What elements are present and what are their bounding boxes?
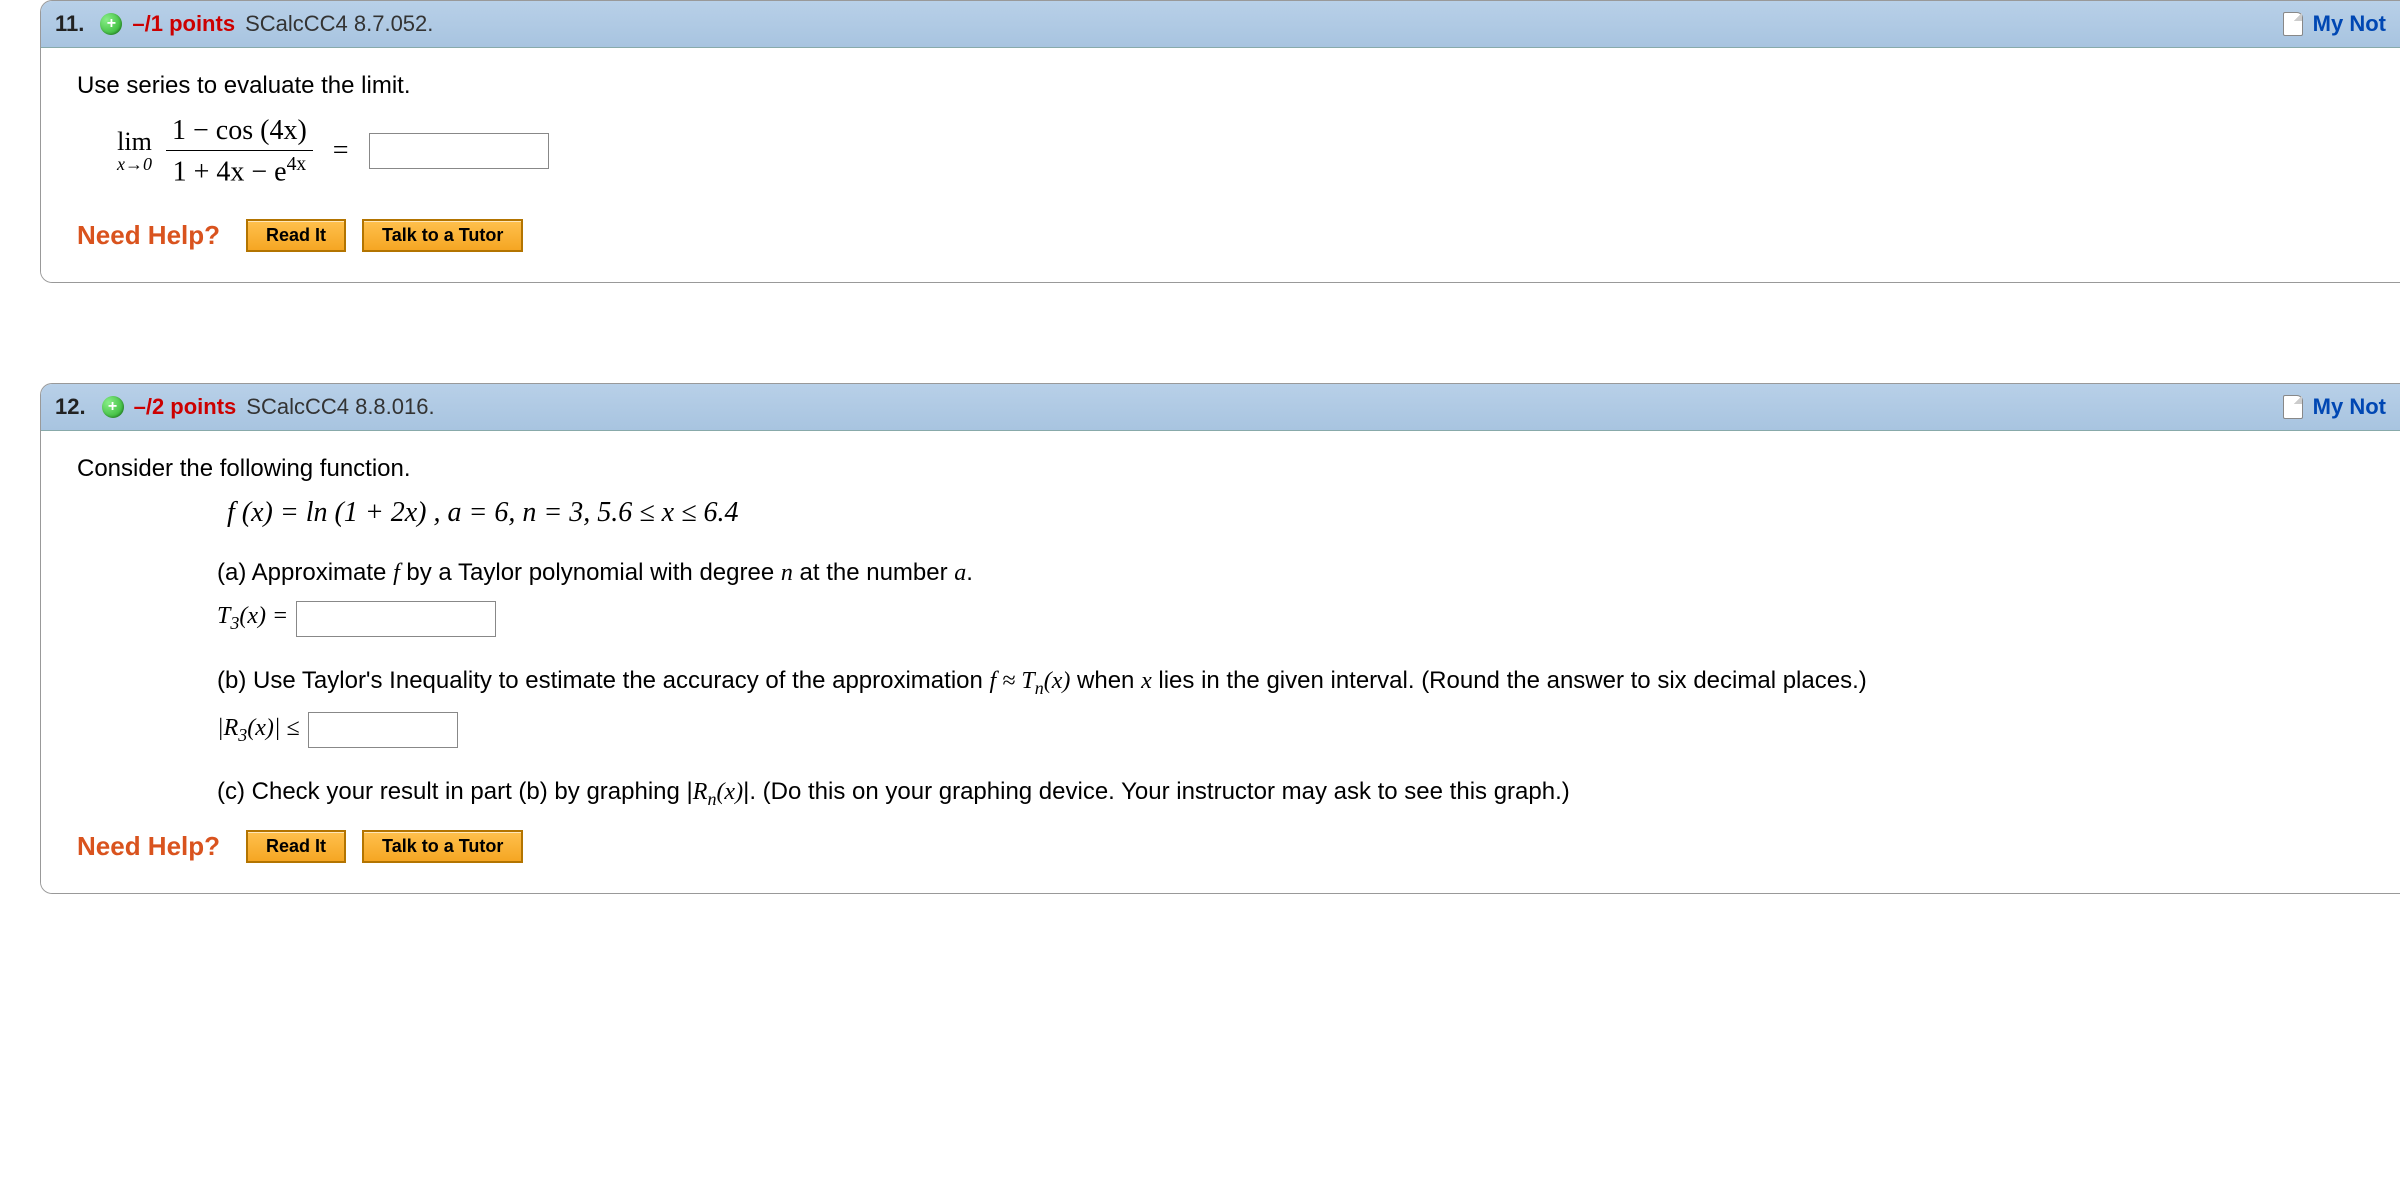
points-label: –/1 points xyxy=(132,11,235,37)
expand-icon[interactable]: + xyxy=(100,13,122,35)
expand-icon[interactable]: + xyxy=(102,396,124,418)
answer-input-t3[interactable] xyxy=(296,601,496,637)
fraction: 1 − cos (4x) 1 + 4x − e4x xyxy=(166,114,313,189)
need-help-label: Need Help? xyxy=(77,220,220,251)
numerator: 1 − cos (4x) xyxy=(166,114,313,151)
notes-icon[interactable] xyxy=(2283,12,2303,36)
need-help-row: Need Help? Read It Talk to a Tutor xyxy=(77,219,2364,252)
answer-input-r3[interactable] xyxy=(308,712,458,748)
answer-input-q11[interactable] xyxy=(369,133,549,169)
notes-icon[interactable] xyxy=(2283,395,2303,419)
t3-label: T3(x) = xyxy=(217,603,288,634)
talk-to-tutor-button[interactable]: Talk to a Tutor xyxy=(362,830,523,863)
question-12: 12. + –/2 points SCalcCC4 8.8.016. My No… xyxy=(40,383,2400,895)
points-label: –/2 points xyxy=(134,394,237,420)
question-prompt: Consider the following function. xyxy=(77,455,2364,483)
function-definition: f (x) = ln (1 + 2x) , a = 6, n = 3, 5.6 … xyxy=(227,497,2364,529)
r3-label: |R3(x)| ≤ xyxy=(217,715,300,746)
part-b-input-row: |R3(x)| ≤ xyxy=(217,712,2364,748)
need-help-label: Need Help? xyxy=(77,831,220,862)
part-b: (b) Use Taylor's Inequality to estimate … xyxy=(217,667,2364,749)
question-body: Consider the following function. f (x) =… xyxy=(41,431,2400,894)
question-11: 11. + –/1 points SCalcCC4 8.7.052. My No… xyxy=(40,0,2400,283)
read-it-button[interactable]: Read It xyxy=(246,219,346,252)
part-a: (a) Approximate f by a Taylor polynomial… xyxy=(217,559,2364,637)
talk-to-tutor-button[interactable]: Talk to a Tutor xyxy=(362,219,523,252)
denominator: 1 + 4x − e4x xyxy=(173,151,307,189)
question-header: 11. + –/1 points SCalcCC4 8.7.052. My No… xyxy=(41,1,2400,48)
lim-symbol: lim x→0 xyxy=(117,129,152,173)
question-prompt: Use series to evaluate the limit. xyxy=(77,72,2364,100)
read-it-button[interactable]: Read It xyxy=(246,830,346,863)
question-source: SCalcCC4 8.8.016. xyxy=(246,394,434,420)
need-help-row: Need Help? Read It Talk to a Tutor xyxy=(77,830,2364,863)
question-source: SCalcCC4 8.7.052. xyxy=(245,11,433,37)
question-body: Use series to evaluate the limit. lim x→… xyxy=(41,48,2400,282)
limit-expression: lim x→0 1 − cos (4x) 1 + 4x − e4x = xyxy=(117,114,2364,189)
my-notes-link[interactable]: My Not xyxy=(2313,394,2386,420)
my-notes-link[interactable]: My Not xyxy=(2313,11,2386,37)
part-a-input-row: T3(x) = xyxy=(217,601,2364,637)
equals-sign: = xyxy=(333,135,349,167)
question-number: 11. xyxy=(55,11,84,37)
part-c: (c) Check your result in part (b) by gra… xyxy=(217,778,2364,810)
question-header: 12. + –/2 points SCalcCC4 8.8.016. My No… xyxy=(41,384,2400,431)
question-number: 12. xyxy=(55,394,86,420)
